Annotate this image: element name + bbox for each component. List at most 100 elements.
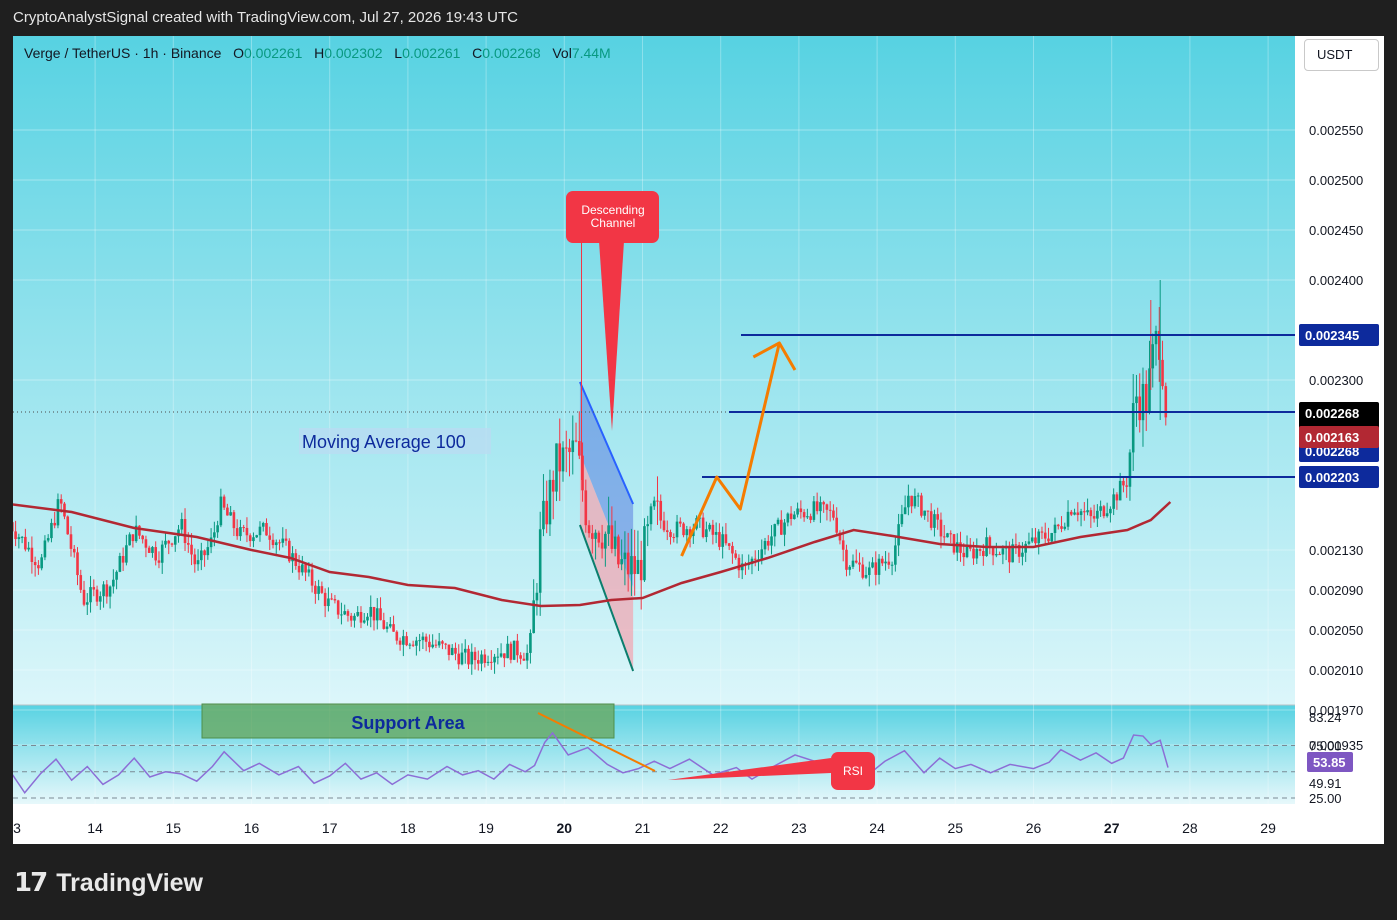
candle-body <box>861 564 865 578</box>
candle-body <box>799 508 803 513</box>
candle-body <box>770 536 773 546</box>
price-tick-label: 0.002450 <box>1309 223 1363 238</box>
candle-body <box>450 647 454 655</box>
candle-body <box>988 537 992 548</box>
close-label: C <box>472 45 483 61</box>
candle-body <box>369 606 373 617</box>
time-axis-background[interactable] <box>13 804 1295 844</box>
price-tick-label: 0.002300 <box>1309 373 1363 388</box>
candle-body <box>568 447 571 453</box>
candle-body <box>682 523 685 536</box>
candle-body <box>411 644 415 646</box>
candle-body <box>85 602 89 605</box>
time-tick-label: 3 <box>13 820 21 836</box>
rsi-callout-label: RSI <box>843 764 863 778</box>
candle-body <box>542 500 545 530</box>
candle-body <box>424 636 428 642</box>
candle-body <box>473 651 477 661</box>
candle-body <box>646 524 650 527</box>
candle-body <box>1001 548 1005 555</box>
candle-body <box>913 496 917 507</box>
candle-body <box>812 501 816 520</box>
candle-body <box>281 538 285 543</box>
candle-body <box>118 556 122 572</box>
candle-body <box>447 644 451 655</box>
candle-body <box>519 655 522 659</box>
candle-body <box>193 554 197 565</box>
candle-body <box>884 561 887 564</box>
candle-body <box>467 648 470 665</box>
candle-body <box>252 537 255 542</box>
candle-body <box>982 550 985 557</box>
candle-body <box>639 559 643 581</box>
candle-body <box>37 565 40 569</box>
candle-body <box>783 522 786 535</box>
volume-value: 7.44M <box>571 45 611 61</box>
price-chart[interactable]: Support Area Moving Average 100 Descendi… <box>13 36 1384 844</box>
candle-body <box>216 525 219 533</box>
support-area-label: Support Area <box>351 713 465 733</box>
candle-body <box>991 547 995 556</box>
candle-body <box>1040 531 1044 533</box>
candle-body <box>819 502 822 512</box>
candle-body <box>392 624 395 632</box>
candle-body <box>656 500 659 502</box>
candle-body <box>626 552 630 575</box>
candle-body <box>147 547 151 553</box>
candle-body <box>349 615 353 621</box>
candle-body <box>923 510 926 516</box>
candle-body <box>975 549 979 559</box>
candle-body <box>131 534 135 542</box>
candle-body <box>936 514 940 520</box>
candle-body <box>503 653 506 659</box>
candle-body <box>30 547 34 562</box>
candle-body <box>304 564 307 573</box>
candle-body <box>239 527 242 537</box>
candle-body <box>271 539 275 546</box>
candle-body <box>665 530 669 533</box>
candle-body <box>20 536 24 538</box>
candle-body <box>858 562 861 565</box>
candle-body <box>701 517 705 538</box>
candle-body <box>431 644 434 648</box>
candle-body <box>952 534 956 553</box>
candle-body <box>248 535 252 542</box>
candle-body <box>154 547 158 561</box>
candle-body <box>317 586 320 594</box>
candle-body <box>301 564 304 573</box>
rsi-low-label: 49.91 <box>1309 776 1342 791</box>
candle-body <box>1138 396 1142 421</box>
high-label: H <box>314 45 325 61</box>
badge-ma-text: 0.002163 <box>1305 430 1359 445</box>
candle-body <box>1092 516 1096 519</box>
candle-body <box>1102 506 1106 517</box>
candle-body <box>828 509 832 511</box>
candle-body <box>43 540 47 558</box>
candle-body <box>190 544 193 555</box>
candle-body <box>564 447 568 449</box>
candle-body <box>232 512 236 529</box>
candle-body <box>89 587 92 603</box>
badge-last-price-text: 0.002268 <box>1305 406 1359 421</box>
candle-body <box>522 658 526 661</box>
candle-body <box>604 533 607 549</box>
candle-body <box>40 557 43 569</box>
candle-body <box>890 564 894 566</box>
candle-body <box>587 525 591 534</box>
symbol-label[interactable]: Verge / TetherUS · 1h · Binance <box>24 45 221 61</box>
currency-button[interactable]: USDT <box>1304 39 1379 71</box>
candle-body <box>366 616 369 621</box>
candle-body <box>727 543 731 546</box>
candle-body <box>151 547 154 553</box>
tradingview-logo[interactable]: 17 TradingView <box>14 866 203 900</box>
candle-body <box>832 510 835 518</box>
candle-body <box>56 499 60 526</box>
candle-body <box>1089 510 1093 517</box>
candle-body <box>229 512 232 516</box>
chart-frame[interactable]: Support Area Moving Average 100 Descendi… <box>13 36 1384 844</box>
open-value: 0.002261 <box>243 45 303 61</box>
candle-body <box>916 495 920 497</box>
candle-body <box>1030 537 1034 542</box>
candle-body <box>711 524 715 535</box>
candle-body <box>102 584 105 597</box>
